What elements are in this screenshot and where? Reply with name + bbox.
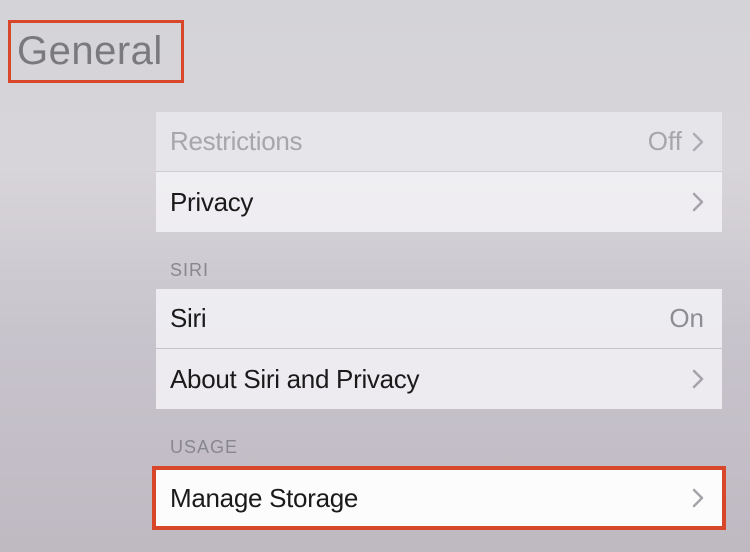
row-right [692, 488, 704, 508]
row-label: Privacy [170, 187, 253, 218]
row-siri[interactable]: Siri On [156, 289, 722, 349]
row-right: Off [648, 126, 704, 157]
row-right: On [669, 303, 704, 334]
chevron-right-icon [692, 488, 704, 508]
row-label: Siri [170, 303, 206, 334]
row-manage-storage[interactable]: Manage Storage [156, 470, 722, 526]
settings-list: Restrictions Off Privacy SIRI Siri On Ab… [156, 112, 722, 530]
row-highlight: Manage Storage [152, 466, 726, 530]
row-label: Manage Storage [170, 483, 358, 514]
row-value: On [669, 303, 704, 334]
section-header-usage: USAGE [156, 409, 722, 466]
section-header-siri: SIRI [156, 232, 722, 289]
row-restrictions[interactable]: Restrictions Off [156, 112, 722, 172]
row-about-siri-privacy[interactable]: About Siri and Privacy [156, 349, 722, 409]
chevron-right-icon [692, 369, 704, 389]
row-label: Restrictions [170, 126, 302, 157]
chevron-right-icon [692, 192, 704, 212]
row-label: About Siri and Privacy [170, 364, 419, 395]
row-right [692, 369, 704, 389]
page-title-highlight: General [8, 20, 184, 83]
page-title: General [17, 29, 163, 74]
chevron-right-icon [692, 132, 704, 152]
row-value: Off [648, 126, 682, 157]
row-privacy[interactable]: Privacy [156, 172, 722, 232]
row-right [692, 192, 704, 212]
